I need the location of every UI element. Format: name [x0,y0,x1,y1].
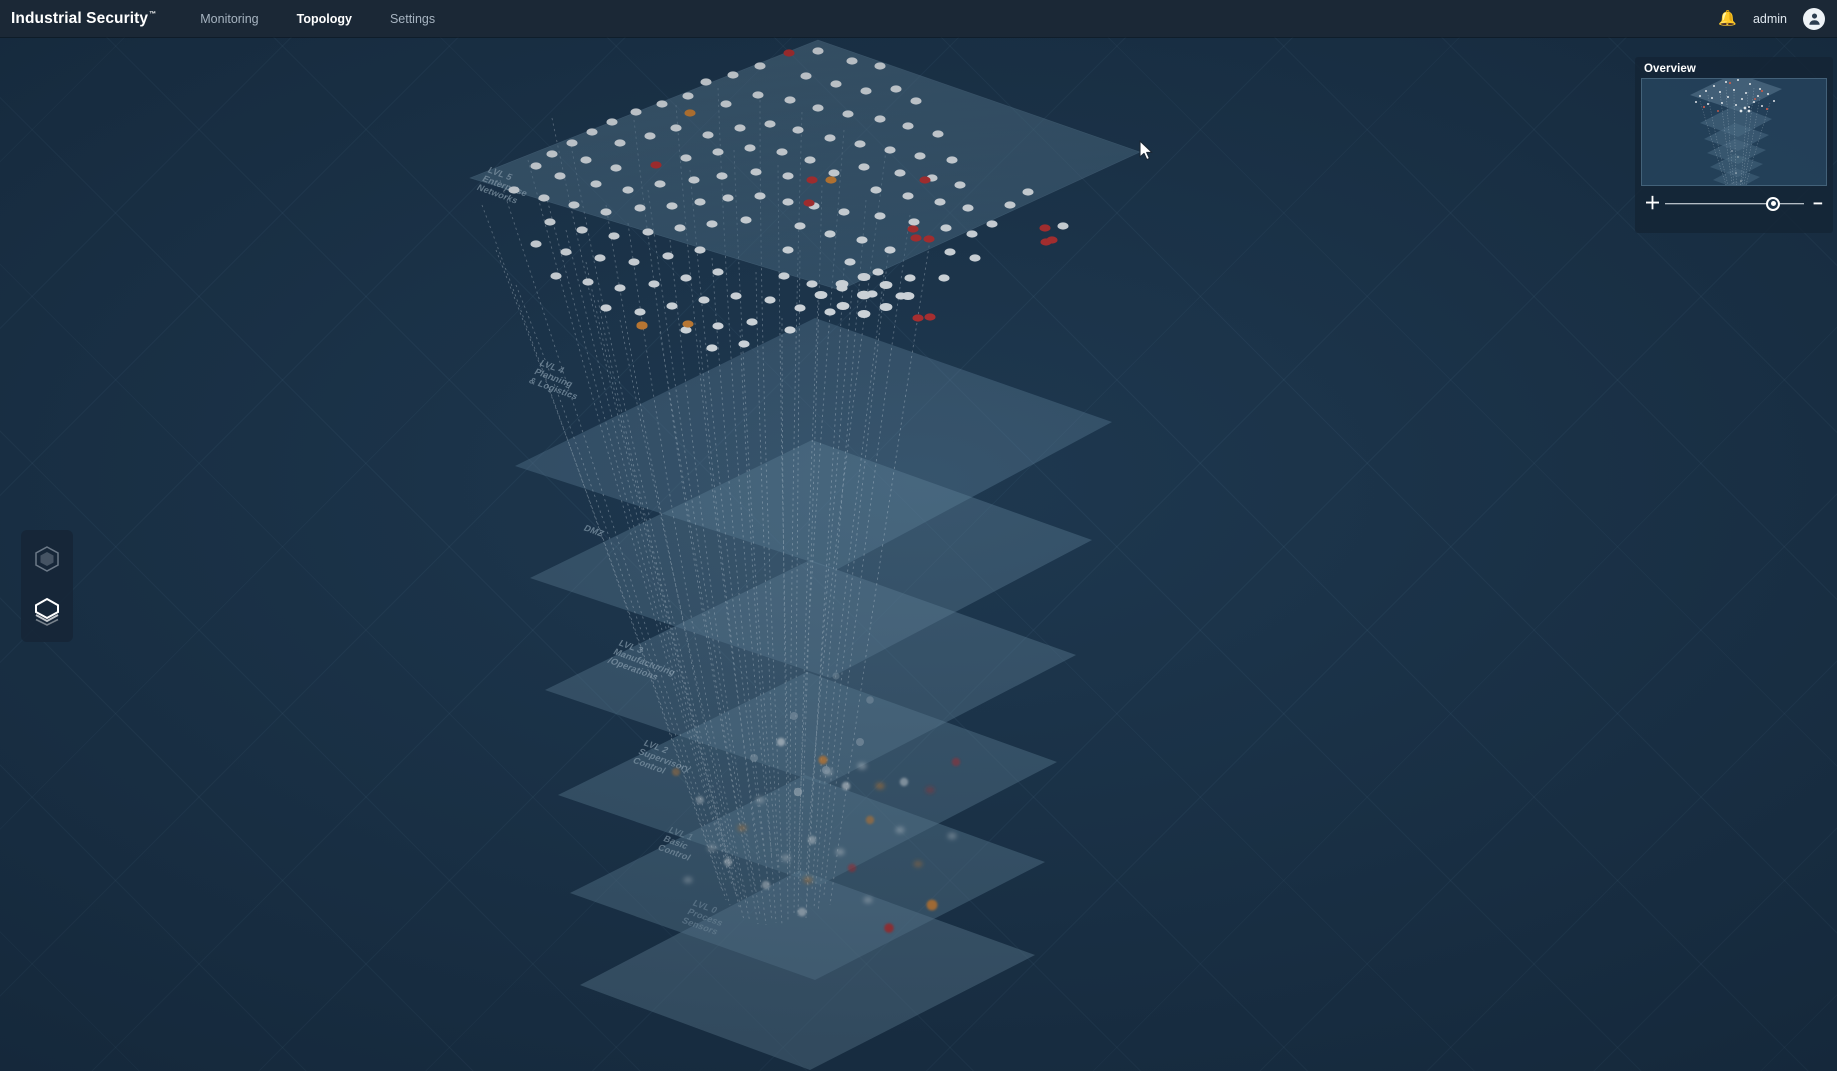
username-label: admin [1752,11,1787,26]
svg-text:LVL 1 Basic: LVL 1 Basic Control [656,825,704,862]
zoom-slider-handle[interactable] [1766,196,1781,211]
zoom-controls: ＋ − [1641,186,1827,212]
app-header: Industrial Security™ Monitoring Topology… [0,0,1837,37]
nav-item-topology[interactable]: Topology [278,0,371,37]
hub-cluster-node-group [814,273,915,318]
layer-plane-dmz: DMZ [530,440,1092,678]
nav-item-settings[interactable]: Settings [371,0,454,37]
zoom-slider[interactable] [1665,196,1804,211]
zoom-slider-rail [1665,202,1804,205]
svg-text:DMZ: DMZ [582,523,606,539]
svg-text:LVL 4 Planning: LVL 4 Planning & Logistics [527,358,591,401]
notification-bell-icon[interactable]: 🔔 [1718,11,1737,26]
zoom-out-button[interactable]: − [1811,195,1825,212]
scene-vignette [0,0,1837,1071]
topology-3d-scene: LVL 0 Process Sensors LVL 1 Basic Contro… [0,0,1837,1071]
nodes-upper-mid-levels [750,672,874,797]
nodes-lvl5-right-edge [986,188,1069,244]
app-logo-text: Industrial Security [11,9,149,27]
application-window: LVL 0 Process Sensors LVL 1 Basic Contro… [0,0,1837,1071]
header-right-controls: 🔔 admin [1718,7,1825,30]
overview-title: Overview [1644,63,1696,75]
svg-text:LVL 5 Enterprise: LVL 5 Enterprise Networks [475,165,537,208]
nav-item-monitoring[interactable]: Monitoring [181,0,277,37]
trademark-symbol: ™ [149,11,157,19]
nodes-lower-levels [683,762,957,904]
layers-view-icon[interactable] [28,592,66,630]
layer-plane-lvl3: LVL 3 Manufacturing /Operations [545,560,1076,785]
nodes-mid-levels [672,737,961,933]
layer-plane-lvl4: LVL 4 Planning & Logistics [515,318,1112,570]
main-navigation: Monitoring Topology Settings [181,0,454,37]
svg-text:LVL 0 Process: LVL 0 Process Sensors [680,898,733,937]
app-logo[interactable]: Industrial Security™ [11,10,156,28]
hexagon-node-view-icon[interactable] [28,540,66,578]
svg-text:LVL 2 Supervisor: LVL 2 Supervisory Control [631,738,701,783]
svg-text:LVL 3 Manufactur: LVL 3 Manufacturing /Operations [606,638,685,687]
nodes-lvl5 [508,47,1052,352]
view-mode-toolbar [21,530,73,642]
minimap-viewport[interactable] [1641,78,1827,186]
layer-plane-lvl5: LVL 5 Enterprise Networks [469,39,1141,291]
layer-plane-lvl0: LVL 0 Process Sensors [580,870,1035,1070]
topology-edges [481,87,931,926]
layer-plane-lvl2: LVL 2 Supervisory Control [558,672,1057,885]
topology-canvas[interactable]: LVL 0 Process Sensors LVL 1 Basic Contro… [0,0,1837,1071]
overview-minimap-panel: Overview ＋ − [1635,57,1833,233]
zoom-in-button[interactable]: ＋ [1644,195,1661,212]
user-avatar-icon[interactable] [1803,7,1825,30]
layer-plane-lvl1: LVL 1 Basic Control [570,775,1045,980]
background-grid [0,0,1837,1071]
